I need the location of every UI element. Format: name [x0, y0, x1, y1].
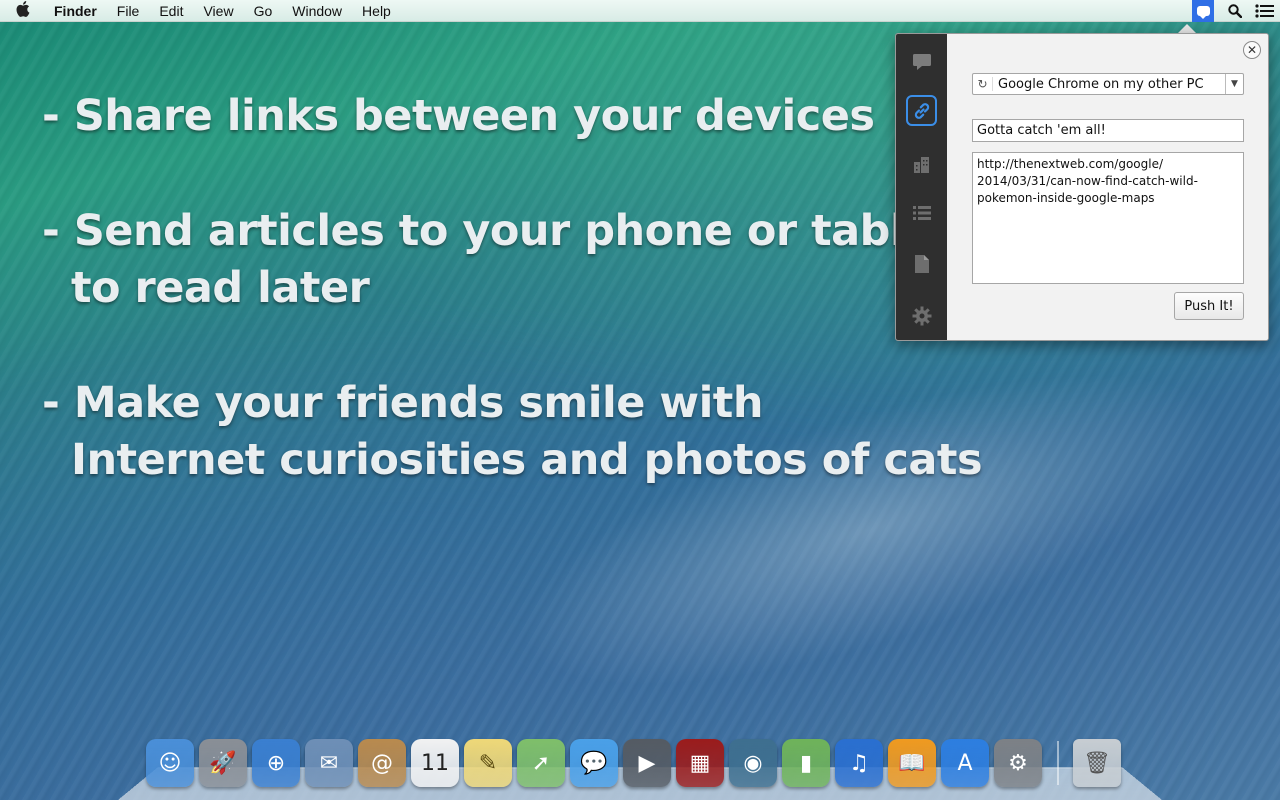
dock-system-preferences-icon[interactable]: ⚙: [994, 739, 1042, 787]
slogan-share-links: - Share links between your devices: [42, 91, 875, 141]
gear-icon[interactable]: [906, 300, 937, 331]
device-select[interactable]: ↻ Google Chrome on my other PC ▼: [972, 73, 1244, 95]
dock-separator: [1057, 741, 1059, 785]
dock-itunes-icon[interactable]: ♫: [835, 739, 883, 787]
dock-iphoto-icon[interactable]: ◉: [729, 739, 777, 787]
menu-bar: Finder File Edit View Go Window Help: [0, 0, 1280, 22]
popup-sidebar: [896, 34, 947, 340]
dock-ibooks-icon[interactable]: 📖: [888, 739, 936, 787]
dock-finder-icon[interactable]: ☺: [146, 739, 194, 787]
link-icon[interactable]: [906, 95, 937, 126]
menu-app-name[interactable]: Finder: [46, 3, 107, 19]
pushbullet-popup: ✕ ↻ Google Chrome on my other PC ▼ Gotta…: [895, 33, 1269, 341]
dock-trash-icon[interactable]: 🗑: [1073, 739, 1121, 787]
push-it-button[interactable]: Push It!: [1174, 292, 1244, 320]
chevron-down-icon[interactable]: ▼: [1225, 74, 1243, 94]
dock-calendar-icon[interactable]: 11: [411, 739, 459, 787]
popup-content: ✕ ↻ Google Chrome on my other PC ▼ Gotta…: [947, 34, 1268, 340]
apple-menu-icon[interactable]: [0, 0, 46, 21]
notification-center-icon[interactable]: [1250, 0, 1280, 22]
menu-edit[interactable]: Edit: [149, 3, 193, 19]
dock-mail-icon[interactable]: ✉: [305, 739, 353, 787]
spotlight-search-icon[interactable]: [1220, 0, 1250, 22]
menu-go[interactable]: Go: [244, 3, 283, 19]
dock-numbers-icon[interactable]: ▮: [782, 739, 830, 787]
dock-facetime-icon[interactable]: ▶: [623, 739, 671, 787]
close-icon[interactable]: ✕: [1243, 41, 1261, 59]
dock-notes-icon[interactable]: ✎: [464, 739, 512, 787]
pushbullet-tray-icon[interactable]: [1186, 0, 1220, 22]
title-field[interactable]: Gotta catch 'em all!: [972, 119, 1244, 142]
device-select-label: Google Chrome on my other PC: [998, 76, 1204, 92]
refresh-icon[interactable]: ↻: [973, 77, 993, 91]
list-icon[interactable]: [906, 197, 937, 228]
menu-view[interactable]: View: [193, 3, 243, 19]
note-icon[interactable]: [906, 46, 937, 77]
dock-safari-icon[interactable]: ⊕: [252, 739, 300, 787]
file-icon[interactable]: [906, 248, 937, 279]
slogan-make-friends-smile: - Make your friends smile with Internet …: [42, 378, 983, 485]
dock-app-store-icon[interactable]: A: [941, 739, 989, 787]
menu-window[interactable]: Window: [282, 3, 352, 19]
url-field[interactable]: http://thenextweb.com/google/ 2014/03/31…: [972, 152, 1244, 284]
dock-maps-icon[interactable]: ➚: [517, 739, 565, 787]
menu-file[interactable]: File: [107, 3, 150, 19]
dock-contacts-icon[interactable]: @: [358, 739, 406, 787]
dock-messages-icon[interactable]: 💬: [570, 739, 618, 787]
desktop-slogans: - Share links between your devices - Sen…: [42, 88, 983, 547]
dock: ☺ 🚀 ⊕ ✉ @11 ✎ ➚ 💬 ▶ ▦ ◉ ▮ ♫ 📖 A ⚙ 🗑: [146, 737, 1126, 789]
menu-help[interactable]: Help: [352, 3, 401, 19]
slogan-send-articles: - Send articles to your phone or tablet …: [42, 206, 953, 313]
dock-launchpad-icon[interactable]: 🚀: [199, 739, 247, 787]
dock-photo-booth-icon[interactable]: ▦: [676, 739, 724, 787]
address-icon[interactable]: [906, 148, 937, 179]
